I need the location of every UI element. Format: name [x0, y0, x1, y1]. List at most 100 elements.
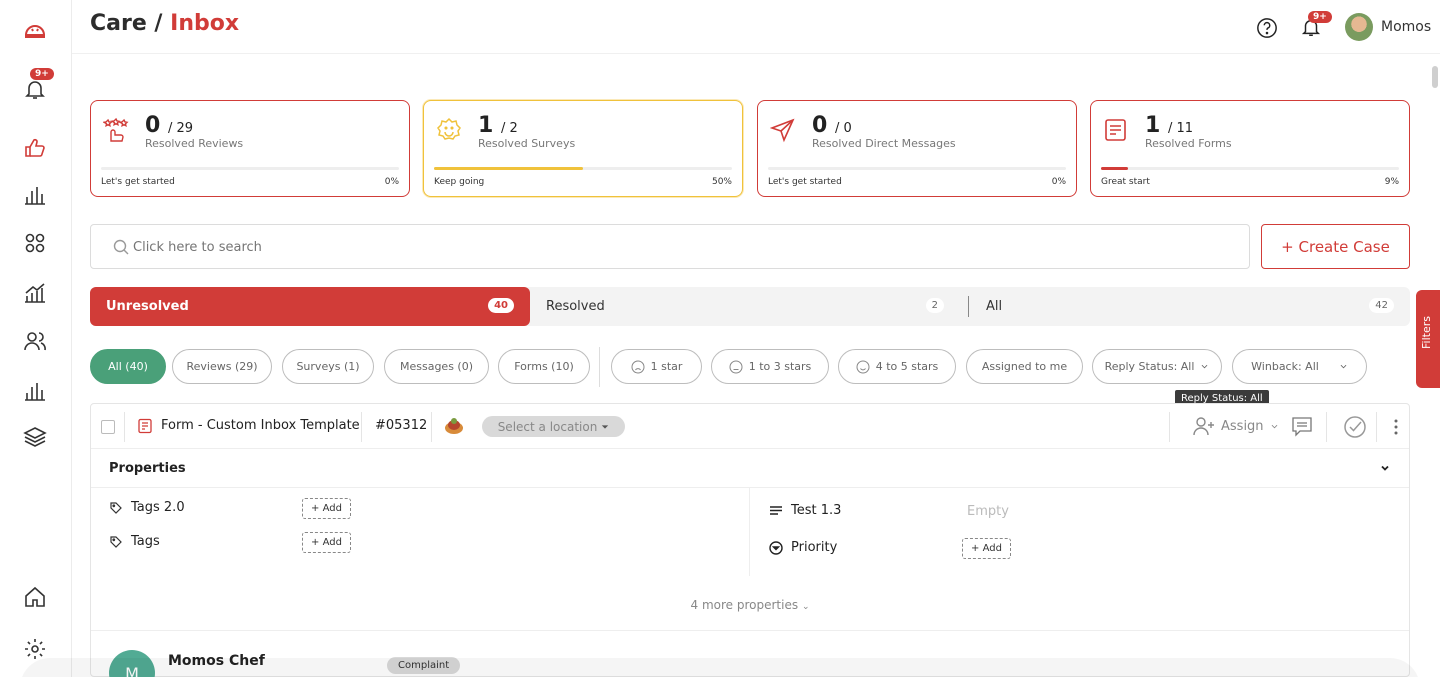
case-title[interactable]: Form - Custom Inbox Template — [161, 418, 360, 433]
filter-messages[interactable]: Messages (0) — [384, 349, 489, 384]
analytics-bars-icon[interactable] — [22, 182, 48, 208]
filter-reply-status[interactable]: Reply Status: All — [1092, 349, 1222, 384]
progress-bar — [768, 167, 1066, 170]
search-icon — [113, 239, 129, 255]
stat-card-surveys[interactable]: 1 / 2 Resolved Surveys Keep going 50% — [423, 100, 743, 197]
add-tags-button[interactable]: + Add — [302, 532, 351, 553]
growth-chart-icon[interactable] — [22, 280, 48, 306]
username[interactable]: Momos — [1381, 19, 1431, 35]
apps-grid-icon[interactable] — [22, 230, 48, 256]
progress-bar — [101, 167, 399, 170]
stat-card-reviews[interactable]: 0 / 29 Resolved Reviews Let's get starte… — [90, 100, 410, 197]
form-icon — [138, 418, 152, 434]
header-divider — [124, 412, 125, 442]
stat-count: 1 / 11 — [1145, 113, 1194, 138]
momos-logo-icon[interactable] — [22, 18, 48, 44]
filter-four-to-five-stars[interactable]: 4 to 5 stars — [838, 349, 956, 384]
property-test: Test 1.3 — [769, 503, 841, 518]
filter-one-star[interactable]: 1 star — [611, 349, 702, 384]
create-case-button[interactable]: + Create Case — [1261, 224, 1410, 269]
review-stars-icon — [103, 117, 129, 142]
stat-label: Resolved Surveys — [478, 137, 576, 150]
avatar[interactable] — [1345, 13, 1373, 41]
property-label: Tags — [131, 534, 160, 549]
send-icon — [770, 118, 795, 143]
title-prefix: Care / — [90, 11, 163, 36]
case-checkbox[interactable] — [101, 420, 115, 434]
progress-bar — [434, 167, 732, 170]
search-input[interactable] — [133, 235, 1033, 259]
location-select[interactable]: Select a location — [482, 416, 625, 437]
property-label: Test 1.3 — [791, 503, 842, 518]
resolve-check-icon[interactable] — [1343, 415, 1367, 439]
restaurant-logo-icon — [445, 418, 463, 434]
stat-label: Resolved Direct Messages — [812, 137, 956, 150]
scrollbar[interactable] — [1432, 66, 1438, 88]
survey-smile-icon — [437, 117, 461, 140]
tab-divider — [968, 296, 969, 317]
stat-card-messages[interactable]: 0 / 0 Resolved Direct Messages Let's get… — [757, 100, 1077, 197]
filter-all[interactable]: All (40) — [90, 349, 166, 384]
property-tags2: Tags 2.0 — [109, 500, 185, 515]
filter-winback[interactable]: Winback: All — [1232, 349, 1367, 384]
title-accent: Inbox — [170, 11, 240, 36]
more-properties-link[interactable]: 4 more properties ⌄ — [91, 598, 1409, 612]
case-header: Form - Custom Inbox Template #05312 Sele… — [91, 404, 1409, 449]
message-icon[interactable] — [1291, 415, 1313, 437]
chip-label: 4 to 5 stars — [875, 360, 939, 373]
stat-count: 0 / 29 — [145, 113, 194, 138]
priority-dropdown-icon — [769, 540, 783, 555]
add-priority-button[interactable]: + Add — [962, 538, 1011, 559]
sad-face-icon — [631, 360, 645, 373]
page-title: Care / Inbox — [90, 11, 239, 36]
filters-drawer-tab[interactable]: Filters — [1416, 290, 1440, 388]
header-divider — [1376, 412, 1377, 442]
help-icon[interactable] — [1256, 17, 1278, 39]
chevron-down-icon[interactable] — [1379, 462, 1391, 474]
layers-icon[interactable] — [22, 424, 48, 450]
care-thumbs-icon[interactable] — [22, 134, 48, 160]
chip-label: 1 to 3 stars — [748, 360, 812, 373]
properties-title: Properties — [109, 461, 186, 476]
tab-count: 40 — [488, 298, 514, 313]
tab-resolved[interactable]: Resolved 2 — [530, 287, 960, 326]
add-user-icon — [1193, 417, 1214, 436]
search-bar[interactable] — [90, 224, 1250, 269]
sidebar-notif-badge: 9+ — [30, 68, 54, 80]
stat-percent: 50% — [711, 177, 732, 187]
stat-card-forms[interactable]: 1 / 11 Resolved Forms Great start 9% — [1090, 100, 1410, 197]
users-icon[interactable] — [22, 328, 48, 354]
property-label: Tags 2.0 — [131, 500, 185, 515]
reports-bars-icon[interactable] — [22, 378, 48, 404]
progress-bar — [1101, 167, 1399, 170]
assign-button[interactable]: Assign — [1193, 416, 1279, 436]
filter-forms[interactable]: Forms (10) — [498, 349, 590, 384]
filter-reviews[interactable]: Reviews (29) — [172, 349, 272, 384]
header-divider — [361, 412, 362, 442]
bottom-overlay — [20, 658, 1420, 677]
filter-surveys[interactable]: Surveys (1) — [282, 349, 374, 384]
properties-divider — [91, 630, 1409, 631]
filter-assigned-to-me[interactable]: Assigned to me — [966, 349, 1083, 384]
properties-header[interactable]: Properties — [91, 449, 1409, 488]
neutral-face-icon — [729, 360, 743, 373]
filter-one-to-three-stars[interactable]: 1 to 3 stars — [711, 349, 829, 384]
header-divider — [431, 412, 432, 442]
header-divider — [1169, 412, 1170, 442]
home-icon[interactable] — [22, 584, 48, 610]
add-tags2-button[interactable]: + Add — [302, 498, 351, 519]
stat-percent: 0% — [1051, 177, 1066, 187]
stat-count: 0 / 0 — [812, 113, 852, 138]
case-id: #05312 — [375, 418, 428, 433]
happy-face-icon — [856, 360, 870, 373]
more-options-icon[interactable] — [1393, 417, 1399, 437]
tag-icon — [110, 535, 122, 548]
tab-unresolved[interactable]: Unresolved 40 — [90, 287, 530, 326]
stat-count: 1 / 2 — [478, 113, 518, 138]
chevron-down-icon — [602, 424, 609, 429]
property-test-value[interactable]: Empty — [967, 504, 1009, 519]
property-label: Priority — [791, 540, 838, 555]
tab-all[interactable]: All 42 — [970, 287, 1410, 326]
sidebar: 9+ — [0, 0, 72, 677]
assign-label: Assign — [1221, 418, 1264, 434]
